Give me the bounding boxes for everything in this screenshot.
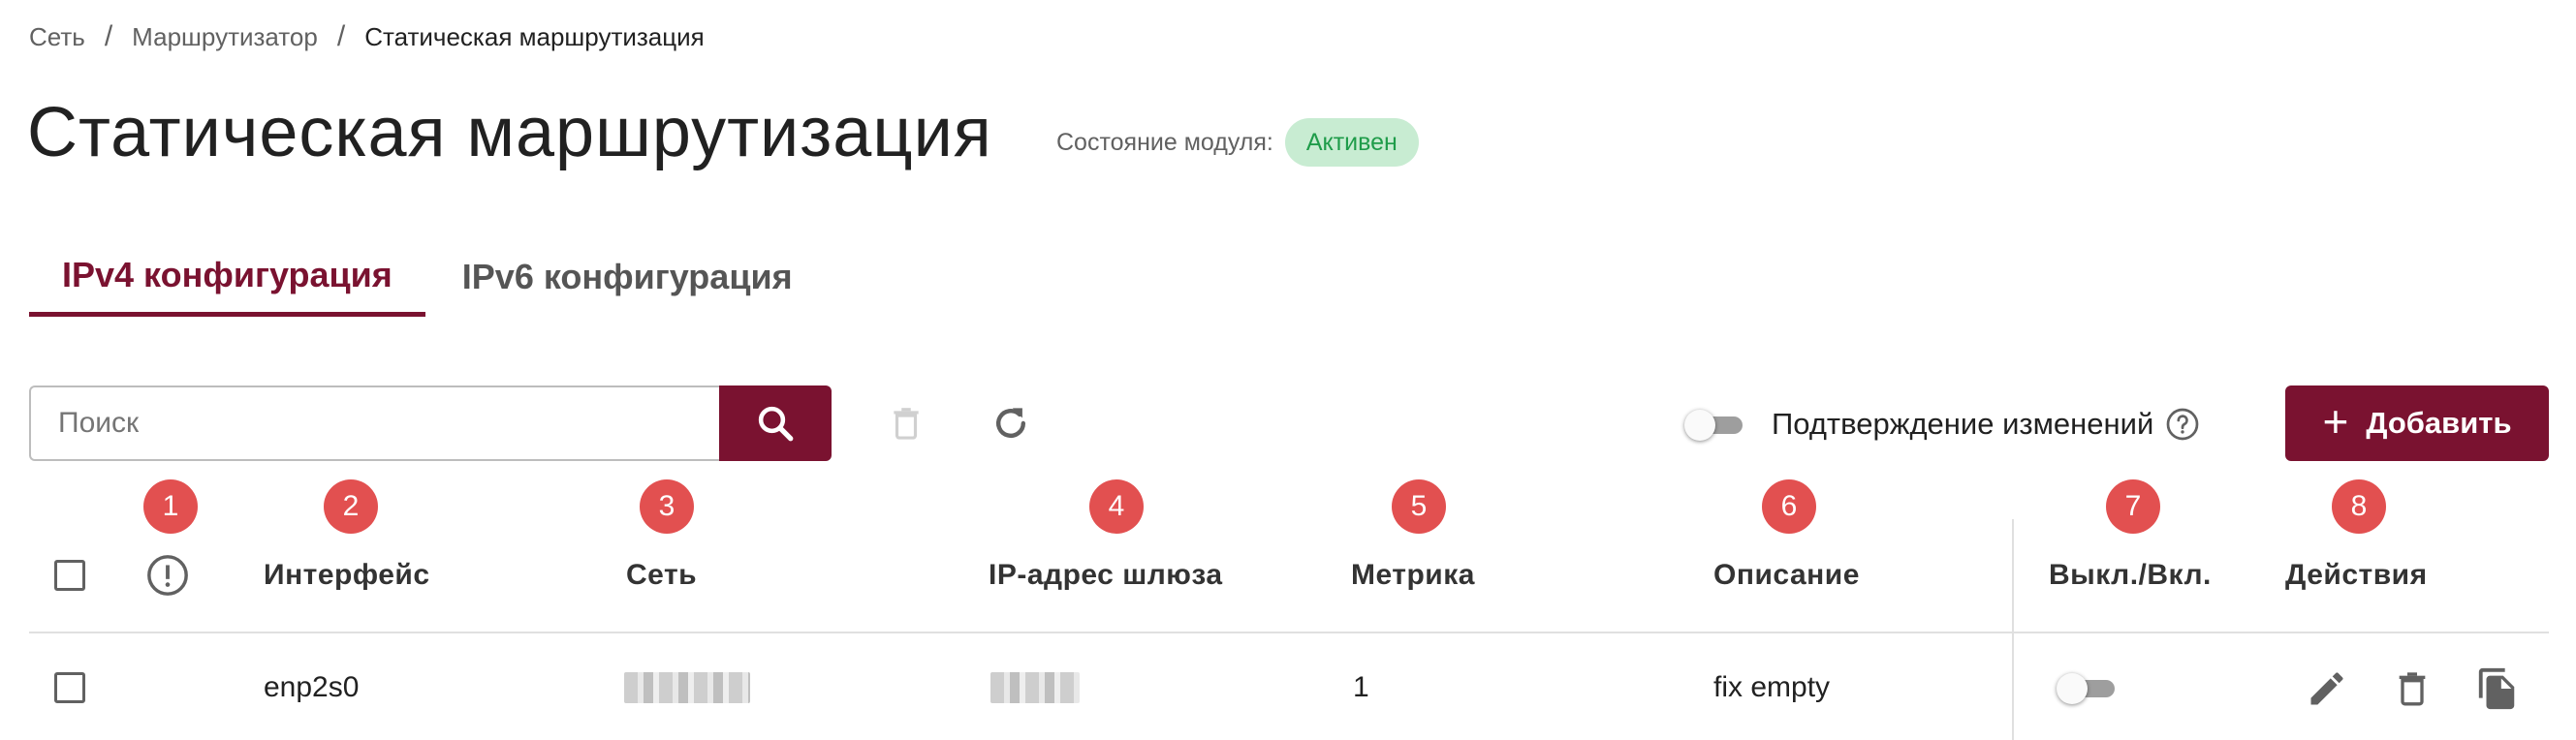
add-button[interactable]: + Добавить bbox=[2285, 385, 2549, 461]
cell-metric: 1 bbox=[1353, 671, 1369, 703]
cell-interface: enp2s0 bbox=[264, 671, 360, 703]
edit-button[interactable] bbox=[2301, 663, 2353, 715]
status-badge: Активен bbox=[1284, 118, 1419, 167]
search-box bbox=[29, 385, 721, 461]
confirm-changes: Подтверждение изменений bbox=[1684, 401, 2200, 447]
delete-selected-button[interactable] bbox=[880, 397, 932, 449]
header-description[interactable]: Описание bbox=[1713, 554, 1860, 597]
breadcrumb-separator: / bbox=[336, 20, 346, 52]
confirm-changes-toggle[interactable] bbox=[1684, 410, 1744, 441]
search-icon bbox=[758, 406, 794, 442]
tabs: IPv4 конфигурация IPv6 конфигурация bbox=[29, 237, 826, 317]
breadcrumb-item-router[interactable]: Маршрутизатор bbox=[132, 22, 318, 52]
column-marker-2: 2 bbox=[324, 479, 378, 534]
column-marker-4: 4 bbox=[1089, 479, 1144, 534]
select-all-checkbox[interactable] bbox=[54, 560, 85, 591]
header-status bbox=[145, 554, 190, 597]
header-gateway[interactable]: IP-адрес шлюза bbox=[989, 554, 1223, 597]
copy-button[interactable] bbox=[2471, 663, 2524, 715]
refresh-button[interactable] bbox=[985, 397, 1037, 449]
add-button-label: Добавить bbox=[2366, 406, 2512, 440]
delete-icon bbox=[2399, 672, 2426, 706]
column-marker-3: 3 bbox=[640, 479, 694, 534]
delete-button[interactable] bbox=[2386, 663, 2438, 715]
search-button[interactable] bbox=[719, 385, 832, 461]
column-marker-5: 5 bbox=[1392, 479, 1446, 534]
header-network[interactable]: Сеть bbox=[626, 554, 697, 597]
search-input[interactable] bbox=[58, 407, 721, 440]
breadcrumb-item-network[interactable]: Сеть bbox=[29, 22, 85, 52]
confirm-changes-label: Подтверждение изменений bbox=[1772, 407, 2154, 441]
column-marker-8: 8 bbox=[2332, 479, 2386, 534]
cell-description: fix empty bbox=[1713, 671, 1831, 703]
copy-icon bbox=[2478, 667, 2515, 710]
column-marker-1: 1 bbox=[143, 479, 198, 534]
row-divider bbox=[29, 632, 2549, 633]
module-state: Состояние модуля: Активен bbox=[1056, 118, 1419, 167]
tab-ipv4[interactable]: IPv4 конфигурация bbox=[29, 237, 425, 317]
header-actions: Действия bbox=[2285, 559, 2428, 591]
cell-network-redacted bbox=[624, 672, 750, 703]
column-marker-7: 7 bbox=[2106, 479, 2160, 534]
edit-icon bbox=[2310, 672, 2343, 705]
module-state-label: Состояние модуля: bbox=[1056, 128, 1273, 156]
breadcrumb: Сеть / Маршрутизатор / Статическая маршр… bbox=[29, 17, 705, 56]
help-icon[interactable] bbox=[2165, 407, 2200, 442]
row-checkbox[interactable] bbox=[54, 672, 85, 703]
header-interface[interactable]: Интерфейс bbox=[264, 554, 430, 597]
warning-icon bbox=[147, 555, 188, 596]
breadcrumb-item-current: Статическая маршрутизация bbox=[364, 21, 705, 51]
page-title: Статическая маршрутизация bbox=[27, 94, 992, 171]
column-marker-6: 6 bbox=[1762, 479, 1816, 534]
cell-gateway-redacted bbox=[990, 672, 1080, 703]
header-enabled: Выкл./Вкл. bbox=[2049, 559, 2212, 591]
header-metric[interactable]: Метрика bbox=[1351, 554, 1475, 597]
refresh-icon bbox=[995, 408, 1026, 439]
column-divider bbox=[2012, 519, 2014, 740]
trash-icon bbox=[894, 408, 919, 440]
plus-icon: + bbox=[2322, 396, 2349, 447]
row-enabled-toggle[interactable] bbox=[2057, 673, 2117, 704]
tab-ipv6[interactable]: IPv6 конфигурация bbox=[429, 237, 826, 317]
breadcrumb-separator: / bbox=[104, 20, 113, 52]
